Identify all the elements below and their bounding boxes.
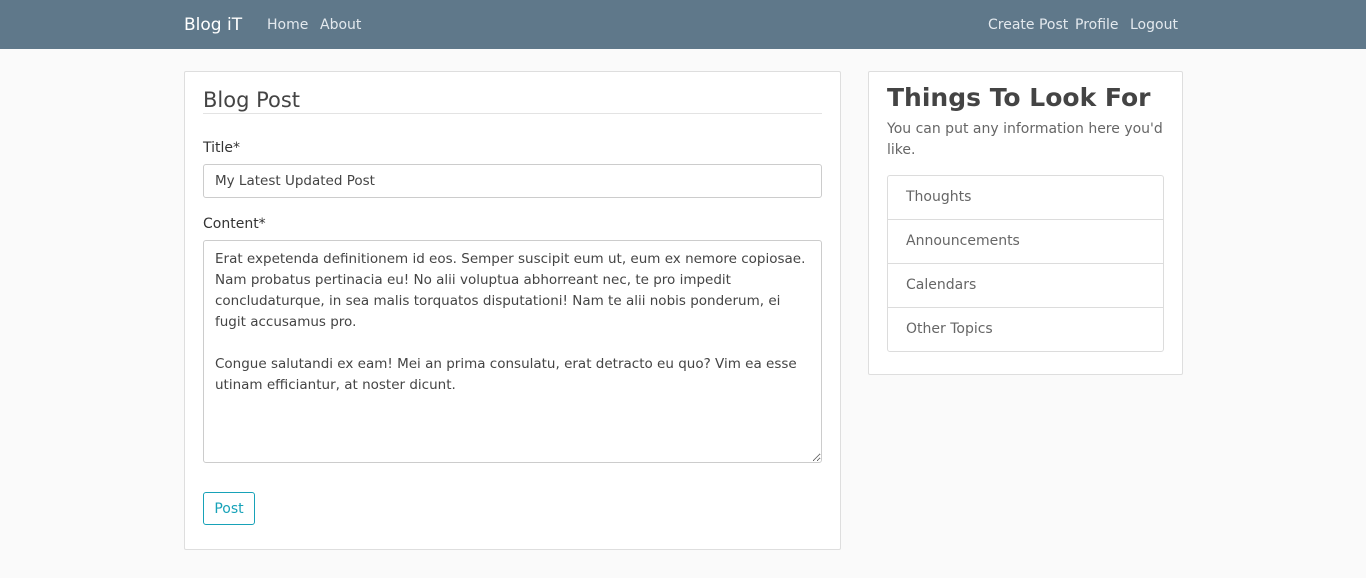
blog-post-form: Blog Post Title* Content* Erat expetenda… [184,71,841,550]
sidebar-card: Things To Look For You can put any infor… [868,71,1183,375]
title-input[interactable] [203,164,822,198]
sidebar-item-thoughts[interactable]: Thoughts [888,176,1163,220]
content-textarea[interactable]: Erat expetenda definitionem id eos. Semp… [203,240,822,463]
nav-profile-link[interactable]: Profile [1075,16,1119,34]
legend-divider [203,113,822,114]
sidebar-description: You can put any information here you'd l… [887,121,1163,158]
sidebar-item-announcements[interactable]: Announcements [888,220,1163,264]
sidebar-heading: Things To Look For [887,83,1151,112]
nav-create-post-link[interactable]: Create Post [988,16,1068,34]
post-button[interactable]: Post [203,492,255,525]
brand-logo[interactable]: Blog iT [184,14,242,36]
form-legend: Blog Post [203,88,301,112]
navbar: Blog iT Home About Create Post Profile L… [0,0,1366,49]
sidebar-item-other-topics[interactable]: Other Topics [888,308,1163,351]
nav-logout-link[interactable]: Logout [1130,16,1178,34]
sidebar-item-calendars[interactable]: Calendars [888,264,1163,308]
sidebar-list: Thoughts Announcements Calendars Other T… [887,175,1164,352]
content-label: Content* [203,216,266,232]
title-label: Title* [203,140,241,156]
nav-about-link[interactable]: About [320,16,361,34]
nav-home-link[interactable]: Home [267,16,308,34]
